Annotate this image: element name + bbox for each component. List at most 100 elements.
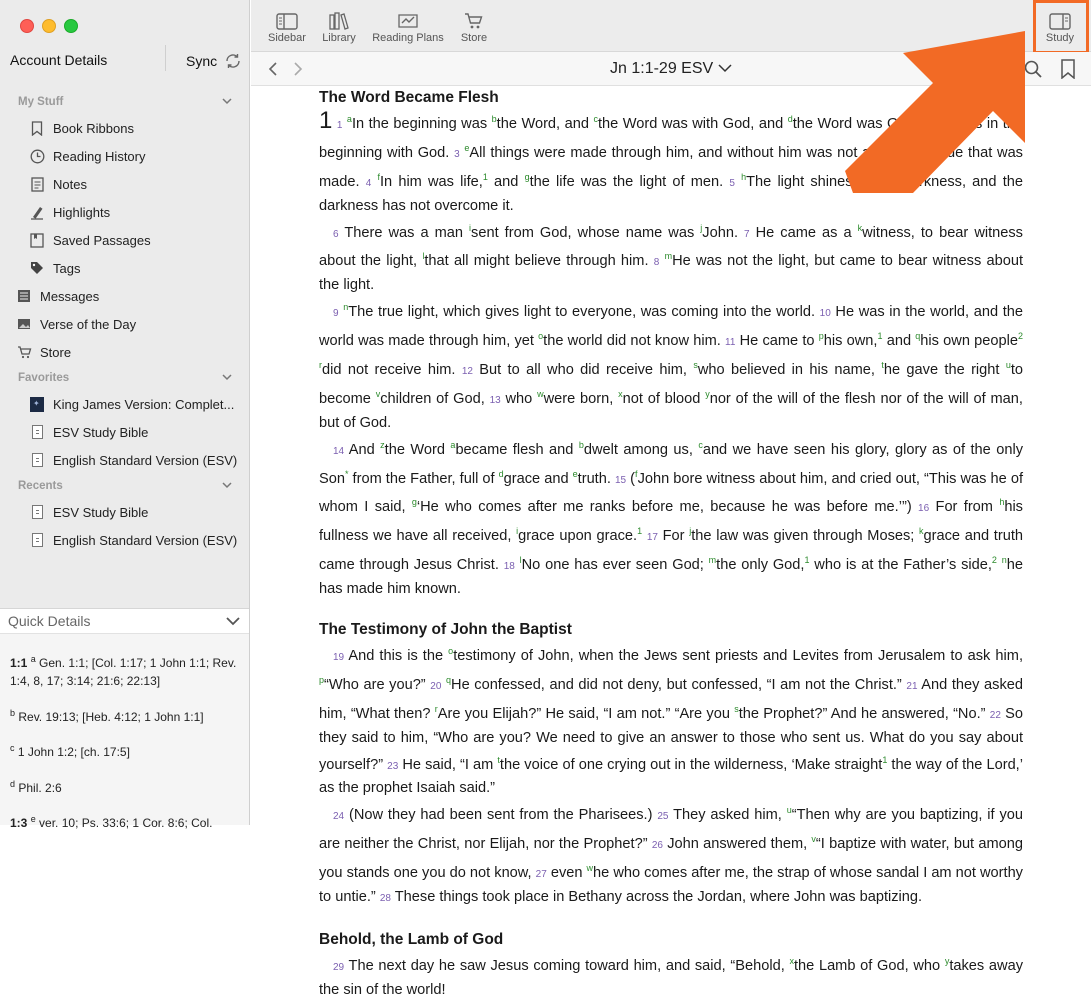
note-icon <box>29 176 45 192</box>
sidebar-icon <box>266 10 308 32</box>
sidebar-item-label: Highlights <box>53 204 111 220</box>
cross-reference-text: 1 John 1:2; [ch. 17:5] <box>17 745 130 759</box>
cart-icon <box>457 10 491 32</box>
sidebar-item-messages[interactable]: Messages <box>0 284 265 308</box>
sidebar-item-label: Messages <box>40 288 100 304</box>
quick-details-panel: 1:1 a Gen. 1:1; [Col. 1:17; 1 John 1:1; … <box>0 634 249 830</box>
chevron-down-icon <box>222 374 232 381</box>
sidebar-item-verse-of-the-day[interactable]: Verse of the Day <box>0 312 265 336</box>
image-icon <box>16 316 32 332</box>
minimize-window-button[interactable] <box>42 19 56 33</box>
sidebar-item-label: Notes <box>53 176 87 192</box>
cross-reference-text: Rev. 19:13; [Heb. 4:12; 1 John 1:1] <box>18 710 204 724</box>
sync-icon <box>226 54 240 68</box>
cross-reference-entry[interactable]: c 1 John 1:2; [ch. 17:5] <box>10 739 242 761</box>
recent-item-esv-study-bible[interactable]: ESV Study Bible <box>0 500 278 524</box>
bookmark-icon <box>29 120 45 136</box>
sidebar-item-saved-passages[interactable]: Saved Passages <box>0 228 278 252</box>
divider <box>165 45 166 71</box>
toolbar-label: Library <box>322 32 356 44</box>
sidebar-item-store[interactable]: Store <box>0 340 265 364</box>
cross-reference-text: Phil. 2:6 <box>18 781 62 795</box>
back-arrow-icon[interactable] <box>267 61 279 77</box>
recents-section-header[interactable]: Recents <box>18 480 232 492</box>
clock-icon <box>29 148 45 164</box>
recents-heading: Recents <box>18 480 63 492</box>
forward-arrow-icon[interactable] <box>292 61 304 77</box>
sidebar-item-label: Reading History <box>53 148 146 164</box>
pointer-arrow-icon <box>845 31 1025 193</box>
cross-reference-text: Gen. 1:1; [Col. 1:17; 1 John 1:1; Rev. 1… <box>10 656 237 688</box>
cart-icon <box>16 344 32 360</box>
store-button[interactable]: Store <box>457 10 491 44</box>
verse-paragraph: 14 And zthe Word abecame flesh and bdwel… <box>319 439 1024 598</box>
sidebar-item-label: King James Version: Complet... <box>53 396 235 412</box>
verse-paragraph: 24 (Now they had been sent from the Phar… <box>319 805 1023 906</box>
passage-reference-selector[interactable]: Jn 1:1-29 ESV <box>610 60 732 78</box>
sidebar-toggle-button[interactable]: Sidebar <box>266 10 308 44</box>
sync-label: Sync <box>186 53 218 69</box>
section-heading: Behold, the Lamb of God <box>319 931 504 949</box>
verse-ref: 1:1 <box>10 656 28 670</box>
book-cover-icon <box>29 452 45 468</box>
sidebar-item-reading-history[interactable]: Reading History <box>0 144 278 168</box>
cross-reference-text: ver. 10; Ps. 33:6; 1 Cor. 8:6; Col. <box>39 816 213 830</box>
my-stuff-section-header[interactable]: My Stuff <box>18 96 232 108</box>
sidebar-item-label: ESV Study Bible <box>53 424 149 440</box>
chevron-down-icon <box>222 482 232 489</box>
footnote-letter: a <box>30 654 36 664</box>
favorite-item-kjv[interactable]: King James Version: Complet... <box>0 392 278 416</box>
sidebar-item-notes[interactable]: Notes <box>0 172 278 196</box>
book-cover-icon <box>29 396 45 412</box>
close-window-button[interactable] <box>20 19 34 33</box>
sidebar-item-highlights[interactable]: Highlights <box>0 200 278 224</box>
my-stuff-heading: My Stuff <box>18 96 64 108</box>
library-icon <box>319 10 359 32</box>
favorites-heading: Favorites <box>18 372 70 384</box>
footnote-letter: c <box>10 743 15 753</box>
quick-details-header[interactable]: Quick Details <box>0 608 249 634</box>
sidebar-item-label: Saved Passages <box>53 232 151 248</box>
verse-paragraph: 9 nThe true light, which gives light to … <box>319 302 1024 431</box>
verse-paragraph: 6 There was a man isent from God, whose … <box>319 222 1023 294</box>
account-details-link[interactable]: Account Details <box>10 52 107 68</box>
footnote-letter: d <box>10 779 16 789</box>
reading-plans-button[interactable]: Reading Plans <box>370 10 446 44</box>
cross-reference-entry[interactable]: d Phil. 2:6 <box>10 775 242 797</box>
chevron-down-icon <box>226 617 240 626</box>
saved-passage-icon <box>29 232 45 248</box>
book-cover-icon <box>29 532 45 548</box>
sidebar-item-label: Store <box>40 344 72 360</box>
cross-reference-entry[interactable]: b Rev. 19:13; [Heb. 4:12; 1 John 1:1] <box>10 704 242 726</box>
toolbar-label: Store <box>460 32 488 44</box>
sync-button[interactable]: Sync <box>186 52 243 70</box>
bookmark-icon[interactable] <box>1060 59 1076 79</box>
messages-icon <box>16 288 32 304</box>
chevron-down-icon <box>222 98 232 105</box>
sidebar-item-label: ESV Study Bible <box>53 504 149 520</box>
favorite-item-esv-study-bible[interactable]: ESV Study Bible <box>0 420 278 444</box>
library-button[interactable]: Library <box>319 10 359 44</box>
cross-reference-entry[interactable]: 1:3 e ver. 10; Ps. 33:6; 1 Cor. 8:6; Col… <box>10 810 242 832</box>
sidebar-item-label: English Standard Version (ESV) <box>53 452 238 468</box>
version-label: ESV <box>681 60 714 77</box>
verse-ref: 1:3 <box>10 816 28 830</box>
favorites-section-header[interactable]: Favorites <box>18 372 232 384</box>
sidebar-item-book-ribbons[interactable]: Book Ribbons <box>0 116 278 140</box>
zoom-window-button[interactable] <box>64 19 78 33</box>
quick-details-title: Quick Details <box>8 613 91 629</box>
sidebar-item-label: Book Ribbons <box>53 120 134 136</box>
tag-icon <box>29 260 45 276</box>
sidebar-item-label: Verse of the Day <box>40 316 137 332</box>
verse-paragraph: 29 The next day he saw Jesus coming towa… <box>319 956 1023 998</box>
highlighter-icon <box>29 204 45 220</box>
passage-reference: Jn 1:1-29 <box>610 60 677 77</box>
favorite-item-esv[interactable]: English Standard Version (ESV) <box>0 448 278 472</box>
sidebar-item-tags[interactable]: Tags <box>0 256 278 280</box>
study-highlight-box <box>1033 0 1089 54</box>
recent-item-esv[interactable]: English Standard Version (ESV) <box>0 528 278 552</box>
bible-text-reader[interactable]: The Word Became Flesh 1 1 aIn the beginn… <box>319 88 1023 1001</box>
window-controls <box>20 19 78 33</box>
verse-paragraph: 19 And this is the otestimony of John, w… <box>319 646 1023 797</box>
cross-reference-entry[interactable]: 1:1 a Gen. 1:1; [Col. 1:17; 1 John 1:1; … <box>10 650 242 690</box>
